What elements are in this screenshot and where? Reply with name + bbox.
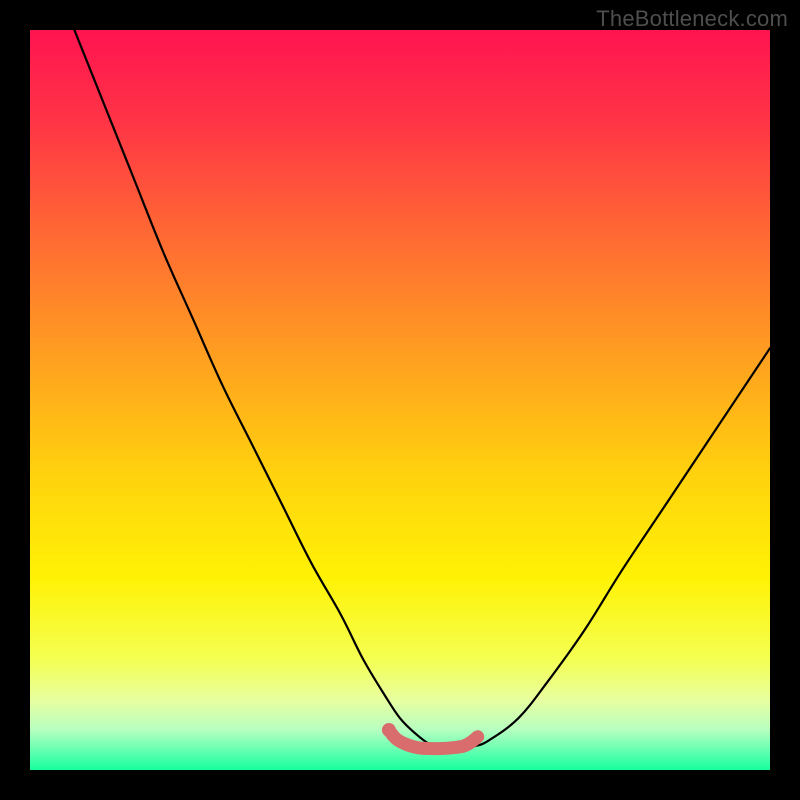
watermark-text: TheBottleneck.com [596,6,788,32]
outer-frame: TheBottleneck.com [0,0,800,800]
chart-svg [30,30,770,770]
plot-area [30,30,770,770]
optimal-start-dot [382,723,396,737]
optimal-range-marker [389,730,478,749]
bottleneck-curve [74,30,770,748]
